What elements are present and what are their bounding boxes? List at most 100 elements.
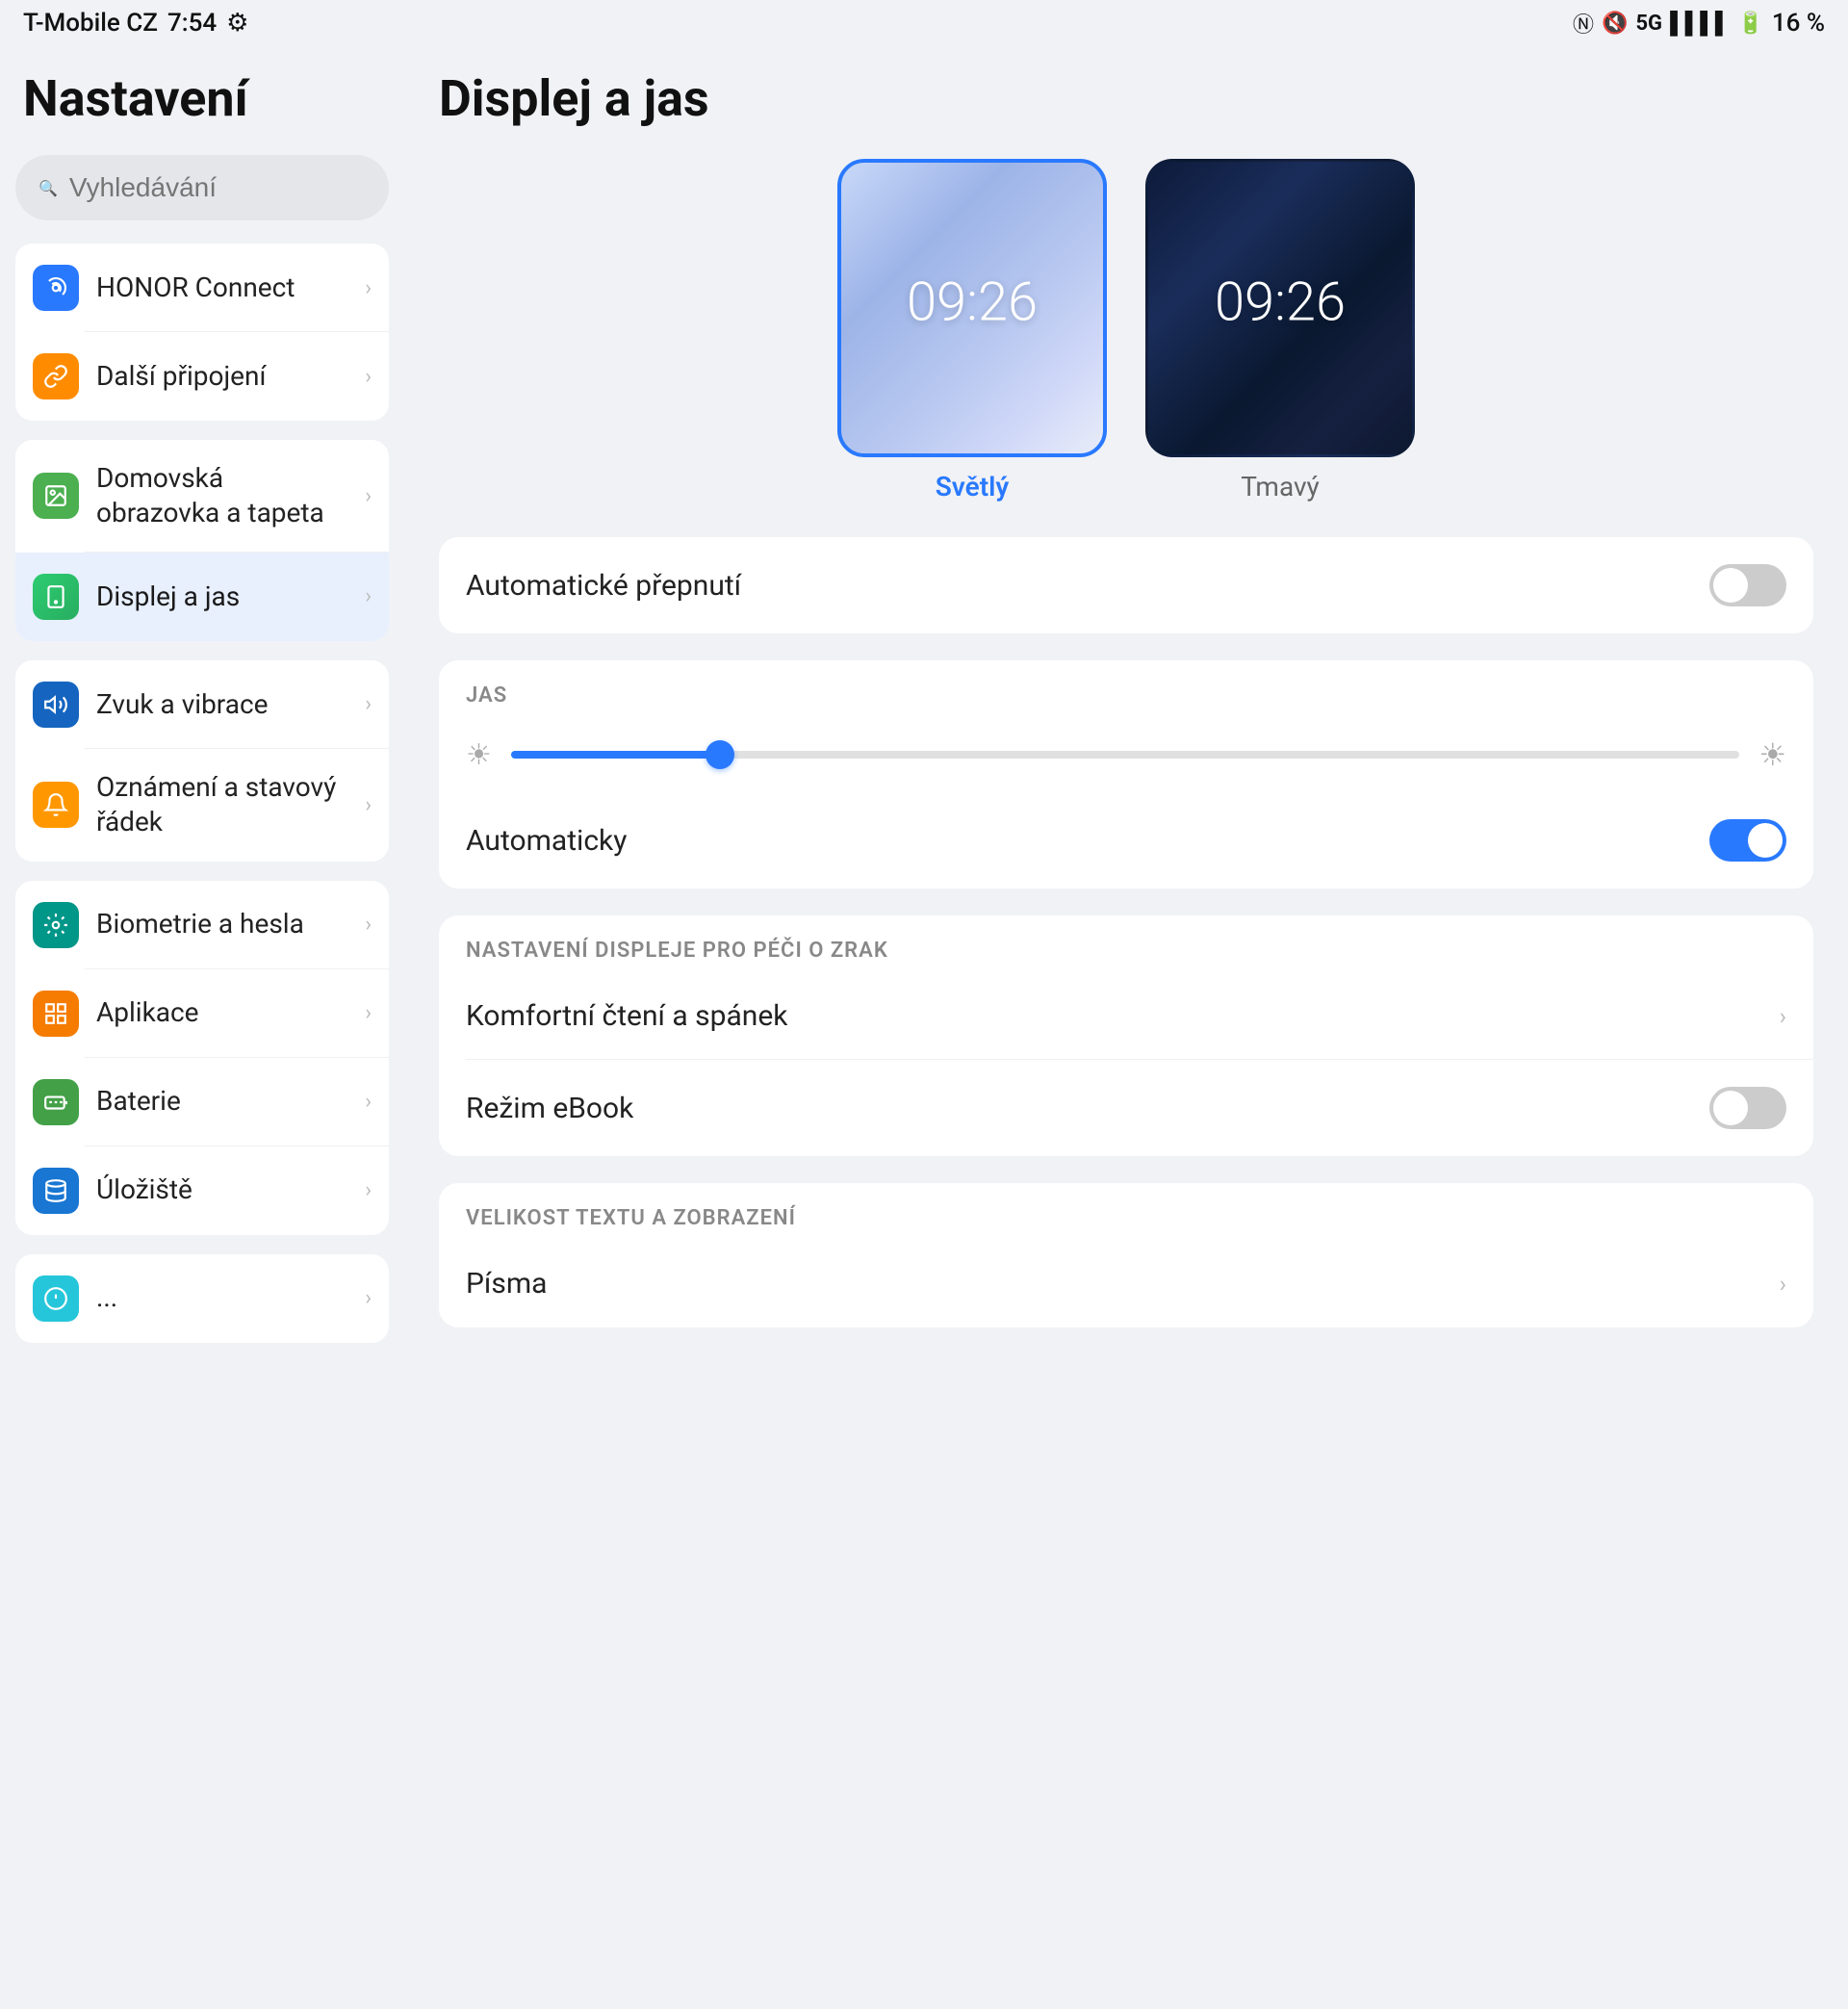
sidebar-item-biometrie[interactable]: Biometrie a hesla › [15,881,389,969]
brightness-thumb [706,740,734,769]
theme-label-svetly: Světlý [936,471,1010,502]
main-layout: Nastavení 🔍 HONOR Connect › Další připoj… [0,46,1848,2009]
displej-chevron: › [365,584,372,608]
eye-care-section: NASTAVENÍ DISPLEJE PRO PÉČI O ZRAK Komfo… [439,915,1813,1156]
sidebar-item-displej-a-jas[interactable]: Displej a jas › [15,553,389,641]
oznameni-label: Oznámení a stavový řádek [96,770,347,840]
sidebar-item-zvuk[interactable]: Zvuk a vibrace › [15,660,389,749]
sidebar-item-baterie[interactable]: Baterie › [15,1058,389,1146]
automatic-switch-toggle[interactable] [1709,564,1786,606]
sidebar-item-honor-connect[interactable]: HONOR Connect › [15,244,389,332]
settings-group-display: Domovská obrazovka a tapeta › Displej a … [15,440,389,641]
theme-preview-svetly[interactable]: 09:26 [837,159,1107,457]
domovska-label: Domovská obrazovka a tapeta [96,461,347,531]
domovska-chevron: › [365,484,372,508]
carrier-label: T-Mobile CZ [23,9,158,38]
pisma-label: Písma [466,1267,547,1301]
brightness-section: JAS ☀ ☀ Automaticky [439,660,1813,889]
pisma-chevron: › [1780,1271,1786,1298]
rezim-ebook-row: Režim eBook [439,1060,1813,1156]
search-icon: 🔍 [38,179,58,197]
auto-brightness-knob [1748,823,1783,858]
zvuk-icon [33,682,79,728]
settings-group-misc: Biometrie a hesla › Aplikace › Baterie › [15,881,389,1235]
zvuk-label: Zvuk a vibrace [96,687,347,722]
rezim-ebook-toggle[interactable] [1709,1087,1786,1129]
settings-group-connectivity: HONOR Connect › Další připojení › [15,244,389,421]
komfortni-cteni-chevron: › [1780,1003,1786,1030]
aplikace-chevron: › [365,1001,372,1025]
sidebar-item-oznameni[interactable]: Oznámení a stavový řádek › [15,749,389,862]
time-label: 7:54 [167,9,217,38]
honor-connect-label: HONOR Connect [96,270,347,305]
theme-card-svetly[interactable]: 09:26 Světlý [837,159,1107,502]
dalsi-pripojeni-icon [33,353,79,399]
search-input[interactable] [69,172,366,203]
extra-chevron: › [365,1286,372,1310]
dalsi-pripojeni-chevron: › [365,365,372,389]
sidebar-item-extra[interactable]: ... › [15,1254,389,1343]
settings-group-sound: Zvuk a vibrace › Oznámení a stavový řáde… [15,660,389,862]
extra-label: ... [96,1280,347,1315]
auto-brightness-label: Automaticky [466,824,627,858]
gear-icon: ⚙ [226,9,248,38]
sidebar-item-domovska-obrazovka[interactable]: Domovská obrazovka a tapeta › [15,440,389,553]
status-bar: T-Mobile CZ 7:54 ⚙ Ⓝ 🔇 5G ▌▌▌▌ 🔋 16 % [0,0,1848,46]
settings-group-extra: ... › [15,1254,389,1343]
mute-icon: 🔇 [1602,12,1628,36]
biometrie-icon [33,902,79,948]
theme-time-tmavy: 09:26 [1215,270,1346,333]
pisma-row[interactable]: Písma › [439,1240,1813,1327]
brightness-low-icon: ☀ [466,738,492,772]
aplikace-label: Aplikace [96,995,347,1030]
biometrie-label: Biometrie a hesla [96,907,347,941]
extra-icon [33,1275,79,1322]
brightness-row: ☀ ☀ [439,717,1813,792]
automatic-switch-row: Automatické přepnutí [439,537,1813,633]
brightness-high-icon: ☀ [1758,736,1786,773]
oznameni-icon [33,782,79,828]
uloziste-label: Úložiště [96,1172,347,1207]
baterie-label: Baterie [96,1084,347,1119]
search-bar[interactable]: 🔍 [15,155,389,220]
battery-icon: 🔋 [1737,12,1763,36]
komfortni-cteni-label: Komfortní čtení a spánek [466,999,787,1033]
zvuk-chevron: › [365,692,372,716]
right-title: Displej a jas [439,69,1813,128]
biometrie-chevron: › [365,913,372,937]
sidebar-item-uloziste[interactable]: Úložiště › [15,1146,389,1235]
sidebar-item-dalsi-pripojeni[interactable]: Další připojení › [15,332,389,421]
theme-time-svetly: 09:26 [907,270,1038,333]
theme-label-tmavy: Tmavý [1241,471,1320,502]
rezim-ebook-knob [1713,1091,1748,1125]
automatic-switch-section: Automatické přepnutí [439,537,1813,633]
auto-brightness-row: Automaticky [439,792,1813,889]
komfortni-cteni-row[interactable]: Komfortní čtení a spánek › [439,972,1813,1060]
left-panel: Nastavení 🔍 HONOR Connect › Další připoj… [0,46,404,2009]
status-right: Ⓝ 🔇 5G ▌▌▌▌ 🔋 16 % [1573,8,1825,39]
signal-icon: 5G [1635,12,1662,36]
right-panel: Displej a jas 09:26 Světlý 09:26 Tmavý A… [404,46,1848,2009]
theme-cards: 09:26 Světlý 09:26 Tmavý [439,159,1813,502]
automatic-switch-label: Automatické přepnutí [466,569,741,603]
displej-label: Displej a jas [96,580,347,614]
text-size-section: VELIKOST TEXTU A ZOBRAZENÍ Písma › [439,1183,1813,1327]
battery-label: 16 % [1772,9,1825,38]
auto-brightness-toggle[interactable] [1709,819,1786,862]
aplikace-icon [33,991,79,1037]
status-left: T-Mobile CZ 7:54 ⚙ [23,9,248,38]
honor-connect-icon [33,265,79,311]
sidebar-item-aplikace[interactable]: Aplikace › [15,969,389,1058]
automatic-switch-knob [1713,568,1748,603]
baterie-chevron: › [365,1090,372,1114]
nfc-icon: Ⓝ [1573,8,1594,39]
domovska-icon [33,473,79,519]
dalsi-pripojeni-label: Další připojení [96,359,347,394]
rezim-ebook-label: Režim eBook [466,1092,633,1125]
theme-card-tmavy[interactable]: 09:26 Tmavý [1145,159,1415,502]
brightness-track[interactable] [511,751,1739,759]
honor-connect-chevron: › [365,276,372,300]
theme-preview-tmavy[interactable]: 09:26 [1145,159,1415,457]
signal-bars-icon: ▌▌▌▌ [1670,11,1730,36]
panel-title: Nastavení [15,69,389,128]
